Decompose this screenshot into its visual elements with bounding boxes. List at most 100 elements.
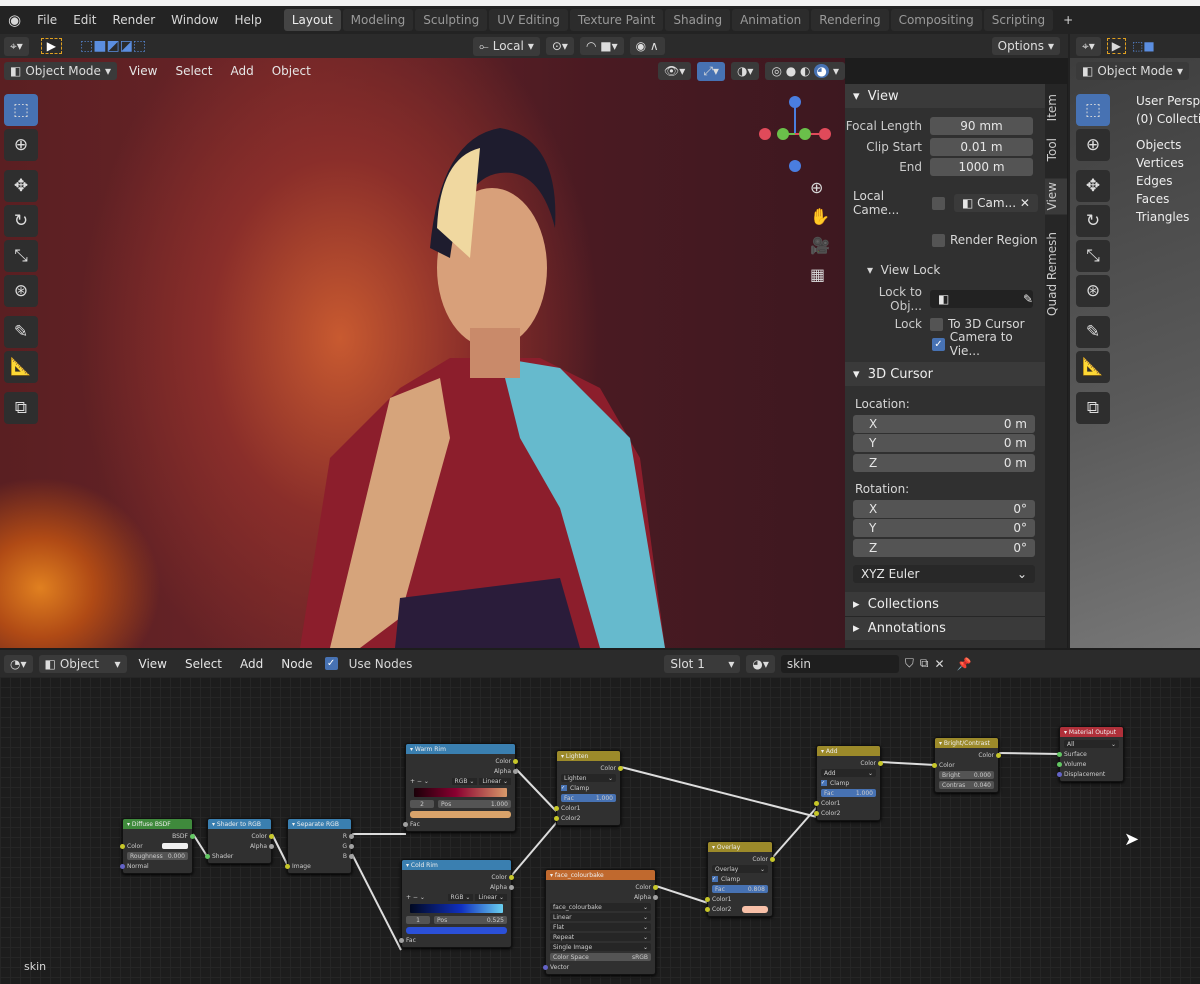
viewport-menu-object[interactable]: Object xyxy=(266,64,317,78)
gizmo-toggle[interactable]: ⤢▾ xyxy=(697,61,725,81)
tab-texture-paint[interactable]: Texture Paint xyxy=(569,9,664,31)
socket-dot[interactable] xyxy=(513,768,518,774)
socket-dot[interactable] xyxy=(554,815,559,821)
add-cube-tool-icon[interactable]: ⧉ xyxy=(4,392,38,424)
node-dropdown[interactable]: Lighten ⌄ xyxy=(557,773,620,783)
dropdown-box[interactable]: Single Image ⌄ xyxy=(550,943,651,951)
node-header[interactable]: ▾ Add xyxy=(817,746,880,756)
socket-dot[interactable] xyxy=(932,762,937,768)
node-header[interactable]: ▾ Material Output xyxy=(1060,727,1123,737)
node-header[interactable]: ▾ face_colourbake xyxy=(546,870,655,880)
node-menu-select[interactable]: Select xyxy=(179,657,228,671)
field-box[interactable]: Fac 1.000 xyxy=(561,794,616,802)
zoom-icon[interactable]: ⊕ xyxy=(810,178,830,197)
socket-dot[interactable] xyxy=(554,805,559,811)
menu-help[interactable]: Help xyxy=(227,13,270,27)
menu-edit[interactable]: Edit xyxy=(65,13,104,27)
socket-dot[interactable] xyxy=(509,884,514,890)
editor-type-button[interactable]: ⌖▾ xyxy=(4,36,29,56)
tab-uv-editing[interactable]: UV Editing xyxy=(489,9,568,31)
snap-dropdown[interactable]: ◠ ■▾ xyxy=(579,37,624,55)
socket-dot[interactable] xyxy=(814,810,819,816)
tab-sculpting[interactable]: Sculpting xyxy=(415,9,488,31)
dropdown-box[interactable]: Linear ⌄ xyxy=(550,913,651,921)
stop-index-field[interactable]: 1 xyxy=(406,916,430,924)
move-tool-icon[interactable]: ✥ xyxy=(1076,170,1110,202)
tab-layout[interactable]: Layout xyxy=(283,9,341,31)
lock-to-object-field[interactable]: ◧ ✎ xyxy=(930,290,1033,308)
node-field[interactable]: Fac 1.000 xyxy=(557,793,620,803)
menu-window[interactable]: Window xyxy=(163,13,226,27)
socket-dot[interactable] xyxy=(653,884,658,890)
socket-dot[interactable] xyxy=(120,843,125,849)
cursor-tool-icon[interactable]: ⊕ xyxy=(1076,129,1110,161)
clamp-checkbox[interactable]: ✓ Clamp xyxy=(708,874,772,884)
node-face[interactable]: ▾ face_colourbake Color Alpha face_colourba… xyxy=(543,869,658,975)
select-tool-icon[interactable]: ▶ xyxy=(40,38,63,54)
checkbox[interactable]: ✓ xyxy=(821,780,827,786)
clamp-checkbox[interactable]: ✓ Clamp xyxy=(557,783,620,793)
view-lock-subpanel[interactable]: ▾ View Lock xyxy=(845,260,1045,280)
menu-render[interactable]: Render xyxy=(104,13,163,27)
visibility-dropdown[interactable]: 👁▾ xyxy=(658,62,692,80)
shading-modes[interactable]: ◎ ● ◐ ◕ ▾ xyxy=(765,62,845,80)
pin-icon[interactable]: 📌 xyxy=(957,657,972,671)
node-seprgb[interactable]: ▾ Separate RGB R G B Image xyxy=(285,818,354,874)
dropdown-box[interactable]: face_colourbake ⌄ xyxy=(550,903,651,911)
camera-icon[interactable]: 🎥 xyxy=(810,236,830,255)
blender-logo-icon[interactable]: ◉ xyxy=(0,11,29,29)
measure-tool-icon[interactable]: 📐 xyxy=(4,351,38,383)
socket-dot[interactable] xyxy=(399,937,404,943)
field-box[interactable]: Fac 0.808 xyxy=(712,885,768,893)
socket-dot[interactable] xyxy=(878,760,883,766)
color-mode-dropdown[interactable]: RGB ⌄ xyxy=(451,777,478,785)
unlink-material-icon[interactable]: ✕ xyxy=(934,657,944,671)
interpolation-dropdown[interactable]: Linear ⌄ xyxy=(479,777,511,785)
node-header[interactable]: ▾ Lighten xyxy=(557,751,620,761)
socket-dot[interactable] xyxy=(349,843,354,849)
tab-modeling[interactable]: Modeling xyxy=(342,9,414,31)
annotate-tool-icon[interactable]: ✎ xyxy=(4,316,38,348)
node-dropdown[interactable]: Flat ⌄ xyxy=(546,922,655,932)
node-bc[interactable]: ▾ Bright/Contrast Color Color Bright 0.000 Co… xyxy=(932,737,1001,793)
menu-file[interactable]: File xyxy=(29,13,65,27)
stop-pos-field[interactable]: Pos 1.000 xyxy=(438,800,511,808)
stop-pos-field[interactable]: Pos 0.525 xyxy=(434,916,507,924)
socket-dot[interactable] xyxy=(814,800,819,806)
clip-start-field[interactable]: 0.01 m xyxy=(930,138,1033,156)
tab-scripting[interactable]: Scripting xyxy=(983,9,1054,31)
socket-dot[interactable] xyxy=(618,765,623,771)
node-dropdown[interactable]: Single Image ⌄ xyxy=(546,942,655,952)
socket-dot[interactable] xyxy=(1057,771,1062,777)
mode-dropdown[interactable]: ◧ Object Mode ▾ xyxy=(4,62,117,80)
clamp-checkbox[interactable]: ✓ Clamp xyxy=(817,778,880,788)
local-camera-checkbox[interactable] xyxy=(932,196,945,210)
rotate-tool-icon[interactable]: ↻ xyxy=(1076,205,1110,237)
scale-tool-icon[interactable]: ⤡ xyxy=(1076,240,1110,272)
selection-mode-icons[interactable]: ⬚■ xyxy=(1132,39,1155,53)
cursor-tool-icon[interactable]: ⊕ xyxy=(4,129,38,161)
node-header[interactable]: ▾ Diffuse BSDF xyxy=(123,819,192,829)
material-name-field[interactable]: skin xyxy=(780,654,899,673)
move-tool-icon[interactable]: ✥ xyxy=(4,170,38,202)
socket-dot[interactable] xyxy=(996,752,1001,758)
node-dropdown[interactable]: Add ⌄ xyxy=(817,768,880,778)
orientation-dropdown[interactable]: ⟜ Local ▾ xyxy=(473,36,540,56)
select-tool-icon[interactable]: ▶ xyxy=(1106,38,1127,54)
proportional-edit-button[interactable]: ◉ ∧ xyxy=(629,37,665,55)
clip-end-field[interactable]: 1000 m xyxy=(930,158,1033,176)
node-dropdown[interactable]: Linear ⌄ xyxy=(546,912,655,922)
options-dropdown[interactable]: Options ▾ xyxy=(991,37,1060,55)
cursor-location-z[interactable]: Z 0 m xyxy=(853,454,1035,472)
field-box[interactable]: Contras 0.040 xyxy=(939,781,994,789)
node-cold[interactable]: ▾ Cold Rim Color Alpha + − ⌄ RGB ⌄ Linear ⌄ 1 P… xyxy=(399,859,514,948)
socket-dot[interactable] xyxy=(705,896,710,902)
node-menu-node[interactable]: Node xyxy=(275,657,318,671)
node-dropdown[interactable]: Overlay ⌄ xyxy=(708,864,772,874)
node-menu-view[interactable]: View xyxy=(133,657,173,671)
duplicate-material-icon[interactable]: ⧉ xyxy=(920,656,929,671)
use-nodes-checkbox[interactable]: ✓ xyxy=(324,657,338,670)
checkbox[interactable]: ✓ xyxy=(561,785,567,791)
viewport-menu-view[interactable]: View xyxy=(123,64,163,78)
node-field[interactable]: Contras 0.040 xyxy=(935,780,998,790)
